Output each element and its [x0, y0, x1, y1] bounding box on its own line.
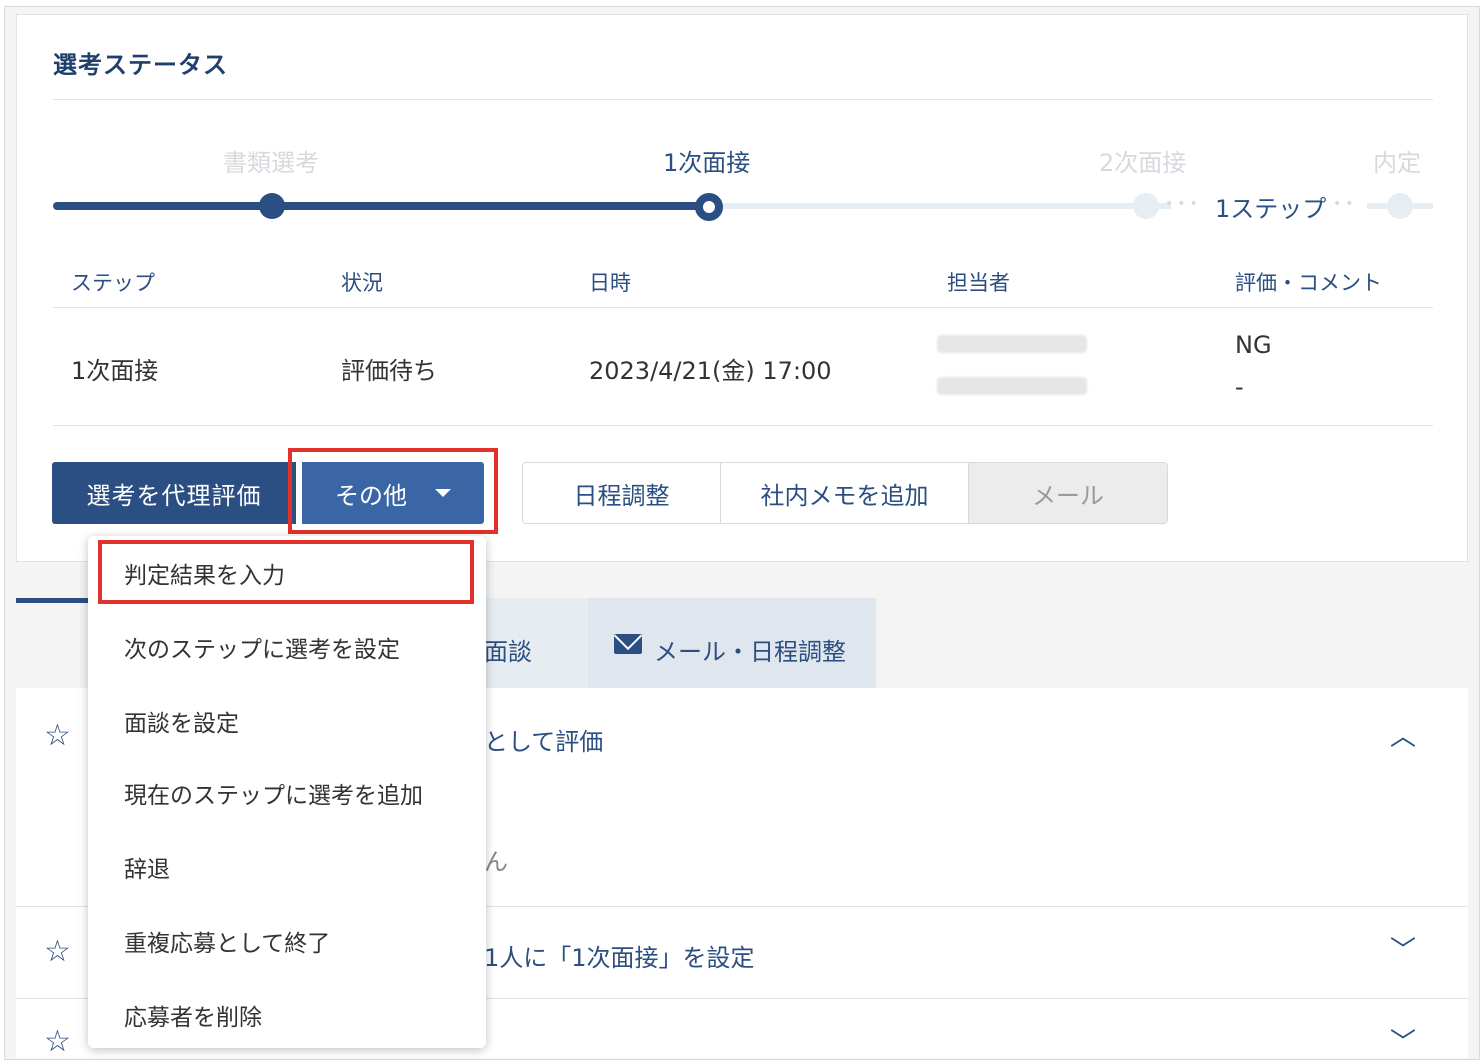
step-label-offer: 内定 — [1373, 149, 1421, 177]
row-divider — [53, 307, 1433, 308]
cell-datetime: 2023/4/21(金) 17:00 — [589, 357, 832, 385]
list-item-title: として評価 — [484, 728, 604, 756]
skip-label: 1ステップ — [1213, 189, 1329, 224]
mail-button[interactable]: メール — [969, 463, 1167, 523]
col-header-evaluation: 評価・コメント — [1235, 271, 1382, 295]
proxy-evaluate-button[interactable]: 選考を代理評価 — [52, 462, 296, 524]
step-node-future — [1133, 193, 1159, 219]
progress-track-rest — [709, 203, 1171, 209]
cell-step: 1次面接 — [71, 357, 159, 385]
menu-item-set-interview[interactable]: 面談を設定 — [124, 704, 239, 738]
step-node-done — [259, 193, 285, 219]
mail-label: メール — [1032, 481, 1104, 510]
assignee-blurred — [937, 377, 1087, 395]
step-label-second-interview: 2次面接 — [1099, 149, 1187, 177]
card-title: 選考ステータス — [53, 51, 228, 79]
cell-comment: - — [1235, 373, 1244, 401]
proxy-evaluate-label: 選考を代理評価 — [86, 481, 262, 510]
menu-item-set-next-step[interactable]: 次のステップに選考を設定 — [124, 630, 400, 664]
col-header-status: 状況 — [341, 271, 383, 295]
add-memo-label: 社内メモを追加 — [760, 481, 929, 510]
step-node-current — [695, 193, 723, 221]
step-node-offer — [1387, 193, 1413, 219]
row-divider — [53, 425, 1433, 426]
secondary-button-group: 日程調整 社内メモを追加 メール — [522, 462, 1168, 524]
cell-status: 評価待ち — [341, 357, 437, 385]
highlight-box — [288, 448, 498, 534]
cell-evaluation: NG — [1235, 331, 1272, 359]
col-header-assignee: 担当者 — [947, 271, 1010, 295]
add-memo-button[interactable]: 社内メモを追加 — [721, 463, 969, 523]
progress-track-active — [53, 202, 709, 210]
menu-item-decline[interactable]: 辞退 — [124, 850, 170, 884]
menu-item-delete-applicant[interactable]: 応募者を削除 — [124, 998, 262, 1032]
active-tab-indicator — [16, 598, 96, 603]
list-item-sub: ん — [484, 848, 508, 876]
chevron-down-icon[interactable]: ﹀ — [1390, 930, 1416, 967]
divider — [53, 99, 1433, 100]
step-label-document: 書類選考 — [223, 149, 319, 177]
menu-item-add-to-current-step[interactable]: 現在のステップに選考を追加 — [124, 776, 423, 810]
other-dropdown-menu: 判定結果を入力 次のステップに選考を設定 面談を設定 現在のステップに選考を追加… — [88, 536, 486, 1048]
chevron-down-icon[interactable]: ﹀ — [1390, 1022, 1416, 1059]
list-item-title: 1人に「1次面接」を設定 — [484, 944, 755, 972]
skip-dots: ••• — [1165, 196, 1202, 212]
schedule-label: 日程調整 — [573, 481, 670, 510]
skip-dots: •• — [1333, 196, 1358, 212]
col-header-step: ステップ — [71, 271, 155, 295]
schedule-button[interactable]: 日程調整 — [523, 463, 721, 523]
menu-item-end-as-duplicate[interactable]: 重複応募として終了 — [124, 924, 330, 958]
highlight-box — [98, 540, 474, 604]
star-icon: ☆ — [44, 934, 71, 969]
star-icon: ☆ — [44, 718, 71, 753]
tab-mail-schedule-label: メール・日程調整 — [654, 638, 846, 666]
step-label-first-interview: 1次面接 — [663, 149, 751, 177]
tab-interview-label[interactable]: 面談 — [484, 632, 532, 667]
mail-icon — [614, 634, 642, 654]
col-header-datetime: 日時 — [589, 271, 631, 295]
star-icon: ☆ — [44, 1024, 71, 1059]
assignee-blurred — [937, 335, 1087, 353]
chevron-up-icon[interactable]: ︿ — [1390, 716, 1416, 753]
